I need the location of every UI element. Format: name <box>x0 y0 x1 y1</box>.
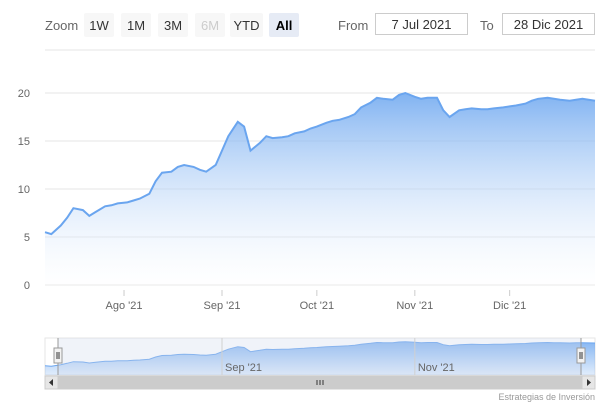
y-tick-label: 10 <box>18 184 30 196</box>
x-tick-label: Ago '21 <box>106 300 143 312</box>
chart-canvas: 0 5 10 15 20 Ago '21 Sep '21 Oct '21 Nov '21 Dic… <box>18 49 596 402</box>
y-tick-label: 0 <box>24 280 30 292</box>
navigator-left-handle[interactable] <box>53 347 63 364</box>
y-tick-label: 5 <box>24 232 30 244</box>
scrollbar[interactable] <box>44 375 596 390</box>
plot-area <box>44 91 596 290</box>
navigator-selection[interactable] <box>58 338 581 375</box>
scrollbar-right-button[interactable] <box>581 375 596 390</box>
x-tick-label: Oct '21 <box>300 300 335 312</box>
navigator-label: Nov '21 <box>418 362 455 374</box>
y-tick-label: 15 <box>18 136 30 148</box>
navigator-right-handle[interactable] <box>576 347 586 364</box>
x-tick-label: Sep '21 <box>204 300 241 312</box>
navigator[interactable]: Sep '21 Nov '21 <box>44 337 596 376</box>
y-axis: 0 5 10 15 20 <box>18 88 30 292</box>
navigator-label: Sep '21 <box>225 362 262 374</box>
scrollbar-left-button[interactable] <box>44 375 59 390</box>
x-tick-label: Dic '21 <box>493 300 526 312</box>
credits-text: Estrategias de Inversión <box>498 392 595 402</box>
y-tick-label: 20 <box>18 88 30 100</box>
series-area <box>45 93 595 290</box>
x-axis: Ago '21 Sep '21 Oct '21 Nov '21 Dic '21 <box>106 290 526 312</box>
x-tick-label: Nov '21 <box>396 300 433 312</box>
